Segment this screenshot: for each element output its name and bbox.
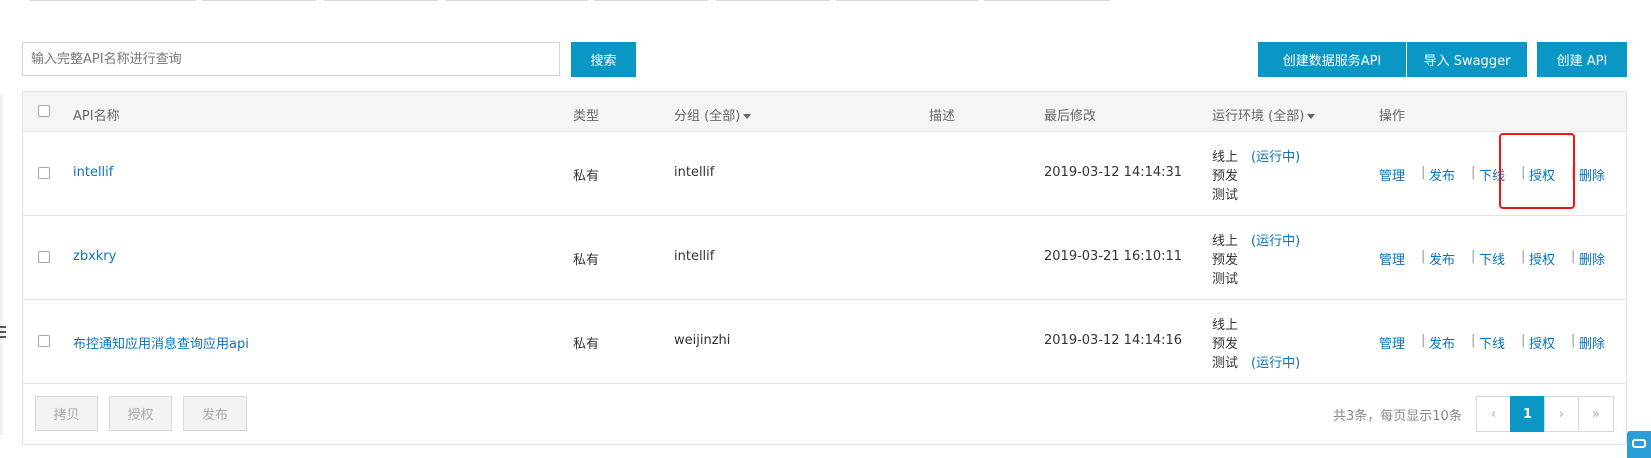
search-button[interactable]: 搜索 (571, 42, 636, 77)
highlight-box (1499, 133, 1575, 209)
top-tab[interactable] (324, 0, 438, 1)
delete-link[interactable]: 删除 (1579, 333, 1605, 352)
last-modified: 2019-03-21 16:10:11 (1044, 249, 1183, 264)
batch-publish-button[interactable]: 发布 (183, 396, 247, 431)
table-row: 布控通知应用消息查询应用api 私有 weijinzhi 2019-03-12 … (23, 300, 1626, 384)
separator: | (1571, 249, 1576, 264)
api-table: API名称 类型 分组 (全部) 描述 最后修改 运行环境 (全部) 操作 in… (22, 91, 1627, 445)
api-group: weijinzhi (674, 333, 731, 348)
search-input[interactable] (22, 42, 560, 76)
env-pre: 预发 (1212, 169, 1239, 184)
top-tab[interactable] (446, 0, 588, 1)
row-checkbox[interactable] (38, 335, 50, 347)
separator: | (1471, 249, 1476, 264)
import-swagger-button[interactable]: 导入 Swagger (1407, 42, 1527, 77)
manage-link[interactable]: 管理 (1379, 165, 1405, 184)
batch-authorize-button[interactable]: 授权 (109, 396, 172, 431)
prev-page-button[interactable]: ‹ (1476, 396, 1511, 432)
column-header-operations: 操作 (1379, 109, 1406, 124)
separator: | (1421, 333, 1426, 348)
top-tab[interactable] (30, 0, 196, 1)
column-header-env[interactable]: 运行环境 (全部) (1212, 105, 1316, 124)
env-test: 测试 (1212, 272, 1239, 287)
env-test: 测试 (1212, 188, 1239, 203)
env-test: 测试 (1212, 356, 1239, 371)
publish-link[interactable]: 发布 (1429, 165, 1455, 184)
api-name-link[interactable]: 布控通知应用消息查询应用api (73, 333, 249, 352)
last-modified: 2019-03-12 14:14:31 (1044, 165, 1183, 180)
api-group: intellif (674, 165, 715, 180)
top-tab[interactable] (984, 0, 1110, 1)
left-edge (0, 95, 3, 435)
pagination-info: 共3条，每页显示10条 (1333, 409, 1462, 424)
separator: | (1571, 333, 1576, 348)
separator: | (1421, 165, 1426, 180)
column-header-group[interactable]: 分组 (全部) (674, 105, 752, 124)
last-modified: 2019-03-12 14:14:16 (1044, 333, 1183, 348)
next-page-button[interactable]: › (1544, 396, 1579, 432)
separator: | (1471, 333, 1476, 348)
column-header-name: API名称 (73, 109, 120, 124)
table-row: zbxkry 私有 intellif 2019-03-21 16:10:11 线… (23, 216, 1626, 300)
env-status: (运行中) (1251, 234, 1301, 249)
separator: | (1421, 249, 1426, 264)
column-header-description: 描述 (929, 109, 956, 124)
select-all-checkbox[interactable] (38, 105, 50, 117)
authorize-link[interactable]: 授权 (1529, 333, 1555, 352)
manage-link[interactable]: 管理 (1379, 333, 1405, 352)
last-page-button[interactable]: » (1578, 396, 1614, 432)
api-type: 私有 (573, 253, 600, 268)
top-tab[interactable] (594, 0, 708, 1)
env-filter-label: 运行环境 (全部) (1212, 109, 1305, 124)
offline-link[interactable]: 下线 (1479, 333, 1505, 352)
env-status: (运行中) (1251, 150, 1301, 165)
chat-icon[interactable] (1627, 431, 1651, 458)
api-name-link[interactable]: zbxkry (73, 249, 116, 264)
page-1-button[interactable]: 1 (1510, 396, 1545, 432)
env-online: 线上 (1212, 234, 1239, 249)
copy-button[interactable]: 拷贝 (35, 396, 98, 431)
create-api-button[interactable]: 创建 API (1537, 42, 1627, 77)
env-status: (运行中) (1251, 356, 1301, 371)
env-pre: 预发 (1212, 337, 1239, 352)
api-type: 私有 (573, 169, 600, 184)
row-checkbox[interactable] (38, 251, 50, 263)
delete-link[interactable]: 删除 (1579, 165, 1605, 184)
api-name-link[interactable]: intellif (73, 165, 113, 180)
api-group: intellif (674, 249, 715, 264)
publish-link[interactable]: 发布 (1429, 333, 1455, 352)
delete-link[interactable]: 删除 (1579, 249, 1605, 268)
authorize-link[interactable]: 授权 (1529, 249, 1555, 268)
separator: | (1521, 333, 1526, 348)
table-row: intellif 私有 intellif 2019-03-12 14:14:31… (23, 132, 1626, 216)
top-tab[interactable] (836, 0, 978, 1)
env-pre: 预发 (1212, 253, 1239, 268)
offline-link[interactable]: 下线 (1479, 249, 1505, 268)
env-online: 线上 (1212, 150, 1239, 165)
column-header-last-modified: 最后修改 (1044, 109, 1097, 124)
group-filter-label: 分组 (全部) (674, 109, 741, 124)
caret-down-icon (743, 114, 752, 119)
row-checkbox[interactable] (38, 167, 50, 179)
api-type: 私有 (573, 337, 600, 352)
menu-icon[interactable] (0, 326, 6, 340)
create-data-service-api-button[interactable]: 创建数据服务API (1258, 42, 1406, 77)
publish-link[interactable]: 发布 (1429, 249, 1455, 268)
top-tab[interactable] (202, 0, 316, 1)
column-header-type: 类型 (573, 109, 600, 124)
top-tab[interactable] (716, 0, 830, 1)
separator: | (1471, 165, 1476, 180)
separator: | (1521, 249, 1526, 264)
caret-down-icon (1307, 114, 1316, 119)
table-header: API名称 类型 分组 (全部) 描述 最后修改 运行环境 (全部) 操作 (23, 92, 1626, 132)
manage-link[interactable]: 管理 (1379, 249, 1405, 268)
env-online: 线上 (1212, 318, 1239, 333)
